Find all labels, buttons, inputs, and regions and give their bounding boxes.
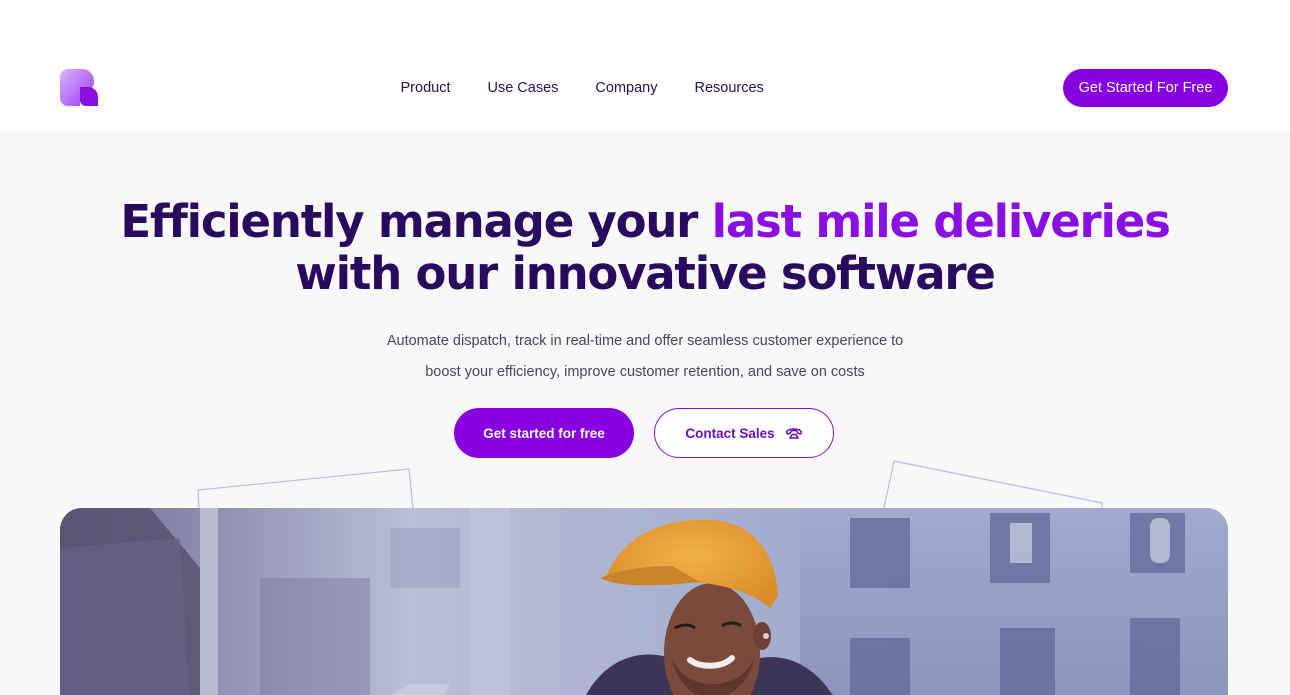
- contact-sales-label: Contact Sales: [685, 425, 775, 441]
- main-nav: Product Use Cases Company Resources: [382, 77, 782, 99]
- phone-icon: [785, 428, 802, 439]
- nav-item-company[interactable]: Company: [577, 77, 676, 99]
- headline-accent: last mile deliveries: [711, 195, 1171, 248]
- nav-item-use-cases[interactable]: Use Cases: [469, 77, 577, 99]
- get-started-button[interactable]: Get started for free: [454, 408, 634, 458]
- headline-part2: with our innovative software: [295, 247, 996, 300]
- nav-item-resources[interactable]: Resources: [676, 77, 782, 99]
- contact-sales-button[interactable]: Contact Sales: [654, 408, 834, 458]
- headline-part1: Efficiently manage your: [120, 195, 712, 248]
- logo-icon: [60, 69, 98, 106]
- get-started-header-button[interactable]: Get Started For Free: [1063, 69, 1228, 107]
- subtext-line2: boost your efficiency, improve customer …: [425, 364, 865, 380]
- hero-section: Efficiently manage your last mile delive…: [0, 132, 1290, 695]
- site-header: Product Use Cases Company Resources Get …: [0, 0, 1290, 132]
- hero-headline: Efficiently manage your last mile delive…: [0, 196, 1290, 300]
- courier-photo-illustration: [60, 508, 1228, 695]
- hero-subtext: Automate dispatch, track in real-time an…: [0, 326, 1290, 388]
- brand-logo[interactable]: [60, 69, 98, 106]
- hero-photo-courier: [60, 508, 1228, 695]
- nav-item-product[interactable]: Product: [382, 77, 469, 99]
- subtext-line1: Automate dispatch, track in real-time an…: [386, 333, 904, 349]
